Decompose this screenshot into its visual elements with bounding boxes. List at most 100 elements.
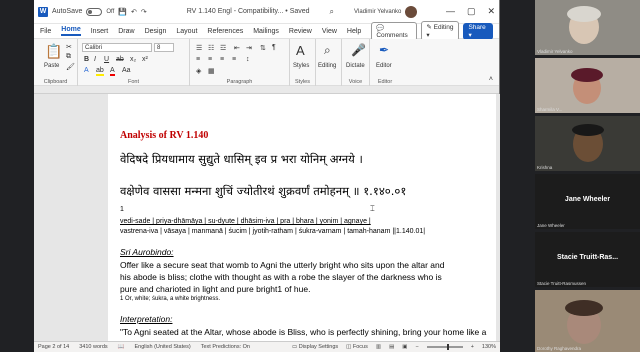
participant-tile-6[interactable]: Dorothy Raghavendra: [535, 290, 640, 352]
superscript-icon[interactable]: x²: [142, 56, 148, 63]
align-center-icon[interactable]: ≡: [208, 56, 212, 63]
ribbon-collapse-icon[interactable]: ˄: [489, 76, 493, 83]
participant-tile-3[interactable]: Krishna: [535, 116, 640, 171]
tab-references[interactable]: References: [207, 28, 243, 35]
highlight-icon[interactable]: ab: [96, 67, 104, 76]
participant-tile-5[interactable]: Stacie Truitt-Ras... Stacie Truitt-Rasmu…: [535, 232, 640, 287]
zoom-slider[interactable]: [426, 344, 463, 350]
styles-group: A Styles Styles: [290, 39, 316, 86]
screen: W AutoSave Off 💾 ↶ ↷ RV 1.140 Engl - Com…: [0, 0, 640, 352]
zoom-out-icon[interactable]: −: [415, 344, 418, 350]
borders-icon[interactable]: ▦: [208, 67, 215, 75]
font-name-select[interactable]: Calibri: [82, 43, 152, 52]
subscript-icon[interactable]: x₂: [130, 56, 136, 63]
print-layout-icon[interactable]: ▤: [389, 344, 394, 350]
dictate-button[interactable]: Dictate: [346, 63, 365, 69]
editor-icon[interactable]: ✒: [379, 43, 389, 57]
share-button[interactable]: Share ▾: [463, 22, 494, 40]
clear-format-icon[interactable]: Aa: [122, 67, 131, 74]
multilevel-icon[interactable]: ☲: [220, 44, 226, 52]
participant-tile-2[interactable]: Sharmila V...: [535, 58, 640, 113]
format-painter-icon[interactable]: 🖌: [66, 63, 75, 71]
tab-review[interactable]: Review: [289, 28, 312, 35]
undo-icon[interactable]: ↶: [131, 8, 137, 16]
document-area: Analysis of RV 1.140 वेदिषदे प्रियधामाय …: [34, 94, 500, 341]
focus-button[interactable]: ◫ Focus: [346, 344, 368, 350]
shading-icon[interactable]: ◈: [196, 67, 201, 75]
search-icon[interactable]: ⌕: [330, 7, 334, 17]
minimize-button[interactable]: —: [446, 6, 455, 17]
text-effects-icon[interactable]: A: [84, 67, 89, 74]
tab-home[interactable]: Home: [61, 26, 81, 36]
find-icon[interactable]: ⌕: [324, 43, 331, 58]
comments-label: Comments: [376, 31, 408, 39]
increase-indent-icon[interactable]: ⇥: [246, 44, 252, 52]
text-predictions[interactable]: Text Predictions: On: [201, 344, 250, 350]
paste-icon[interactable]: 📋: [45, 43, 62, 60]
proofing-icon[interactable]: 📖: [118, 344, 125, 350]
microphone-icon[interactable]: 🎤: [351, 43, 366, 57]
zoom-in-icon[interactable]: +: [471, 344, 474, 350]
display-settings-button[interactable]: ▭ Display Settings: [292, 344, 338, 350]
tab-design[interactable]: Design: [145, 28, 167, 35]
aurobindo-paragraph-line-2: his abode is bliss; clothe with thought …: [120, 272, 442, 282]
tab-insert[interactable]: Insert: [91, 28, 109, 35]
font-group-label: Font: [127, 79, 139, 85]
redo-icon[interactable]: ↷: [141, 8, 147, 16]
participant-tile-4[interactable]: Jane Wheeler Jane Wheeler: [535, 174, 640, 229]
tab-draw[interactable]: Draw: [118, 28, 134, 35]
comments-button[interactable]: 💬 Comments: [371, 21, 418, 41]
line-spacing-icon[interactable]: ↕: [246, 56, 250, 63]
copy-icon[interactable]: ⧉: [66, 53, 71, 61]
autosave-toggle[interactable]: [86, 7, 103, 16]
align-right-icon[interactable]: ≡: [220, 56, 224, 63]
tab-help[interactable]: Help: [347, 28, 361, 35]
user-name[interactable]: Vladimir Yelvanko: [354, 9, 401, 15]
window-controls: — ▢ ✕: [446, 6, 495, 17]
tab-view[interactable]: View: [322, 28, 337, 35]
editor-button[interactable]: Editor: [376, 63, 392, 69]
language[interactable]: English (United States): [135, 344, 191, 350]
read-mode-icon[interactable]: ▥: [376, 344, 381, 350]
justify-icon[interactable]: ≡: [232, 56, 236, 63]
zoom-level[interactable]: 130%: [482, 344, 496, 350]
font-size-select[interactable]: 8: [154, 43, 174, 52]
close-button[interactable]: ✕: [487, 6, 495, 17]
italic-button[interactable]: I: [94, 56, 96, 63]
cut-icon[interactable]: ✂: [66, 43, 72, 51]
tab-layout[interactable]: Layout: [176, 28, 197, 35]
save-icon[interactable]: 💾: [118, 8, 127, 16]
show-marks-icon[interactable]: ¶: [272, 44, 276, 51]
display-icon: ▭: [291, 344, 298, 350]
styles-icon[interactable]: A: [296, 43, 305, 58]
tab-mailings[interactable]: Mailings: [253, 28, 279, 35]
document-page[interactable]: Analysis of RV 1.140 वेदिषदे प्रियधामाय …: [108, 94, 496, 341]
editing-group: ⌕ Editing: [316, 39, 342, 86]
strikethrough-icon[interactable]: ab: [116, 56, 124, 63]
numbering-icon[interactable]: ☷: [208, 44, 214, 52]
align-left-icon[interactable]: ≡: [196, 56, 200, 63]
underline-button[interactable]: U: [104, 56, 109, 63]
tab-file[interactable]: File: [40, 28, 51, 35]
styles-button[interactable]: Styles: [293, 63, 309, 69]
page-count[interactable]: Page 2 of 14: [38, 344, 69, 350]
bullets-icon[interactable]: ☰: [196, 44, 202, 52]
decrease-indent-icon[interactable]: ⇤: [234, 44, 240, 52]
document-title[interactable]: RV 1.140 Engl - Compatibility... • Saved: [187, 8, 310, 15]
styles-group-label: Styles: [295, 79, 310, 85]
participant-name: Stacie Truitt-Rasmussen: [537, 281, 587, 286]
font-color-icon[interactable]: A: [110, 67, 115, 76]
status-bar: Page 2 of 14 3410 words 📖 English (Unite…: [34, 341, 500, 352]
editing-mode-button[interactable]: ✎ Editing ▾: [421, 21, 460, 41]
sort-icon[interactable]: ⇅: [260, 44, 266, 52]
editing-button[interactable]: Editing: [318, 63, 336, 69]
participant-name: Dorothy Raghavendra: [537, 346, 582, 351]
bold-button[interactable]: B: [84, 56, 89, 63]
participant-tile-1[interactable]: Vladimir Yelvanko: [535, 0, 640, 55]
ribbon: 📋 Paste ✂ ⧉ 🖌 Clipboard Calibri 8 B I U …: [34, 39, 499, 86]
footnote-text: 1 Or, white; śukra, a white brightness.: [120, 296, 221, 302]
maximize-button[interactable]: ▢: [467, 6, 476, 17]
user-avatar[interactable]: [405, 5, 418, 18]
word-count[interactable]: 3410 words: [79, 344, 107, 350]
web-layout-icon[interactable]: ▣: [402, 344, 407, 350]
